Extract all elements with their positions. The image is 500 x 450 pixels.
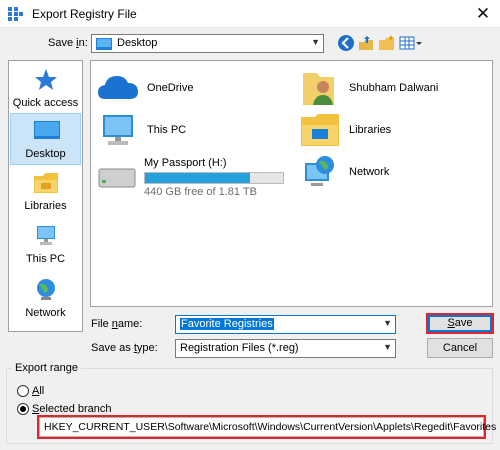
save-as-type-label: Save as type:	[91, 342, 158, 354]
place-label: This PC	[25, 253, 66, 265]
save-in-dropdown[interactable]: Desktop ▼	[91, 34, 324, 53]
chevron-down-icon[interactable]: ▼	[311, 37, 320, 47]
file-type-value: Registration Files (*.reg)	[180, 342, 299, 354]
selected-branch-radio[interactable]	[17, 403, 29, 415]
cloud-icon	[98, 76, 138, 99]
place-libraries[interactable]: Libraries	[10, 166, 81, 218]
item-label: This PC	[147, 124, 187, 136]
place-this-pc[interactable]: This PC	[10, 219, 81, 271]
filename-value: Favorite Registries	[180, 318, 274, 330]
pc-icon	[37, 226, 55, 245]
file-type-dropdown[interactable]: Registration Files (*.reg) ▼	[175, 339, 396, 358]
item-label: Shubham Dalwani	[349, 82, 439, 94]
chevron-down-icon[interactable]: ▼	[383, 342, 392, 352]
item-label: My Passport (H:)	[144, 157, 227, 169]
place-network[interactable]: Network	[10, 273, 81, 325]
drive-icon	[98, 168, 136, 188]
branch-path-value: HKEY_CURRENT_USER\Software\Microsoft\Win…	[44, 421, 497, 433]
libraries-icon	[34, 173, 58, 193]
desktop-folder-icon	[96, 38, 112, 50]
registry-editor-icon	[8, 7, 23, 21]
selected-branch-label[interactable]: Selected branch	[32, 403, 112, 415]
drive-free-text: 440 GB free of 1.81 TB	[144, 186, 257, 198]
place-label: Network	[25, 307, 66, 319]
item-label: OneDrive	[147, 82, 194, 94]
save-in-value: Desktop	[117, 37, 158, 49]
export-range-title: Export range	[12, 362, 81, 374]
list-item-libraries[interactable]: Libraries	[299, 111, 489, 151]
cancel-button[interactable]: Cancel	[427, 338, 493, 358]
all-label[interactable]: All	[32, 385, 44, 397]
up-folder-icon[interactable]	[357, 34, 375, 52]
item-label: Network	[349, 166, 390, 178]
network-icon	[37, 279, 55, 300]
new-folder-icon[interactable]	[378, 34, 396, 52]
user-folder-icon	[303, 73, 334, 105]
view-menu-icon[interactable]	[399, 34, 423, 52]
save-button[interactable]: Save	[428, 315, 492, 332]
place-label: Libraries	[24, 200, 67, 212]
close-button[interactable]: ✕	[466, 0, 500, 28]
list-item-network[interactable]: Network	[299, 153, 489, 193]
save-in-label: Save in:	[48, 37, 88, 49]
pc-icon	[103, 115, 133, 145]
network-icon	[305, 156, 334, 186]
place-label: Desktop	[25, 148, 66, 160]
window-title: Export Registry File	[32, 7, 137, 21]
file-list: OneDrive Shubham Dalwani This PC Librari…	[90, 60, 493, 307]
all-radio[interactable]	[17, 385, 29, 397]
libraries-icon	[301, 114, 339, 146]
filename-input[interactable]: Favorite Registries ▼	[175, 315, 396, 334]
star-icon	[35, 69, 57, 90]
list-item-this-pc[interactable]: This PC	[97, 111, 277, 151]
places-bar: Quick access Desktop Libraries This PC N…	[8, 60, 83, 332]
list-item-user-folder[interactable]: Shubham Dalwani	[299, 69, 489, 109]
desktop-icon	[34, 121, 60, 139]
list-item-onedrive[interactable]: OneDrive	[97, 69, 277, 109]
place-quick-access[interactable]: Quick access	[10, 63, 81, 115]
back-icon[interactable]	[337, 34, 355, 52]
chevron-down-icon[interactable]: ▼	[383, 318, 392, 328]
drive-usage-bar	[144, 172, 284, 184]
place-label: Quick access	[12, 97, 79, 109]
title-bar: Export Registry File ✕	[0, 0, 500, 28]
place-desktop[interactable]: Desktop	[10, 113, 81, 165]
item-label: Libraries	[349, 124, 392, 136]
branch-path-input[interactable]: HKEY_CURRENT_USER\Software\Microsoft\Win…	[39, 417, 496, 437]
filename-label: File name:	[91, 318, 143, 330]
